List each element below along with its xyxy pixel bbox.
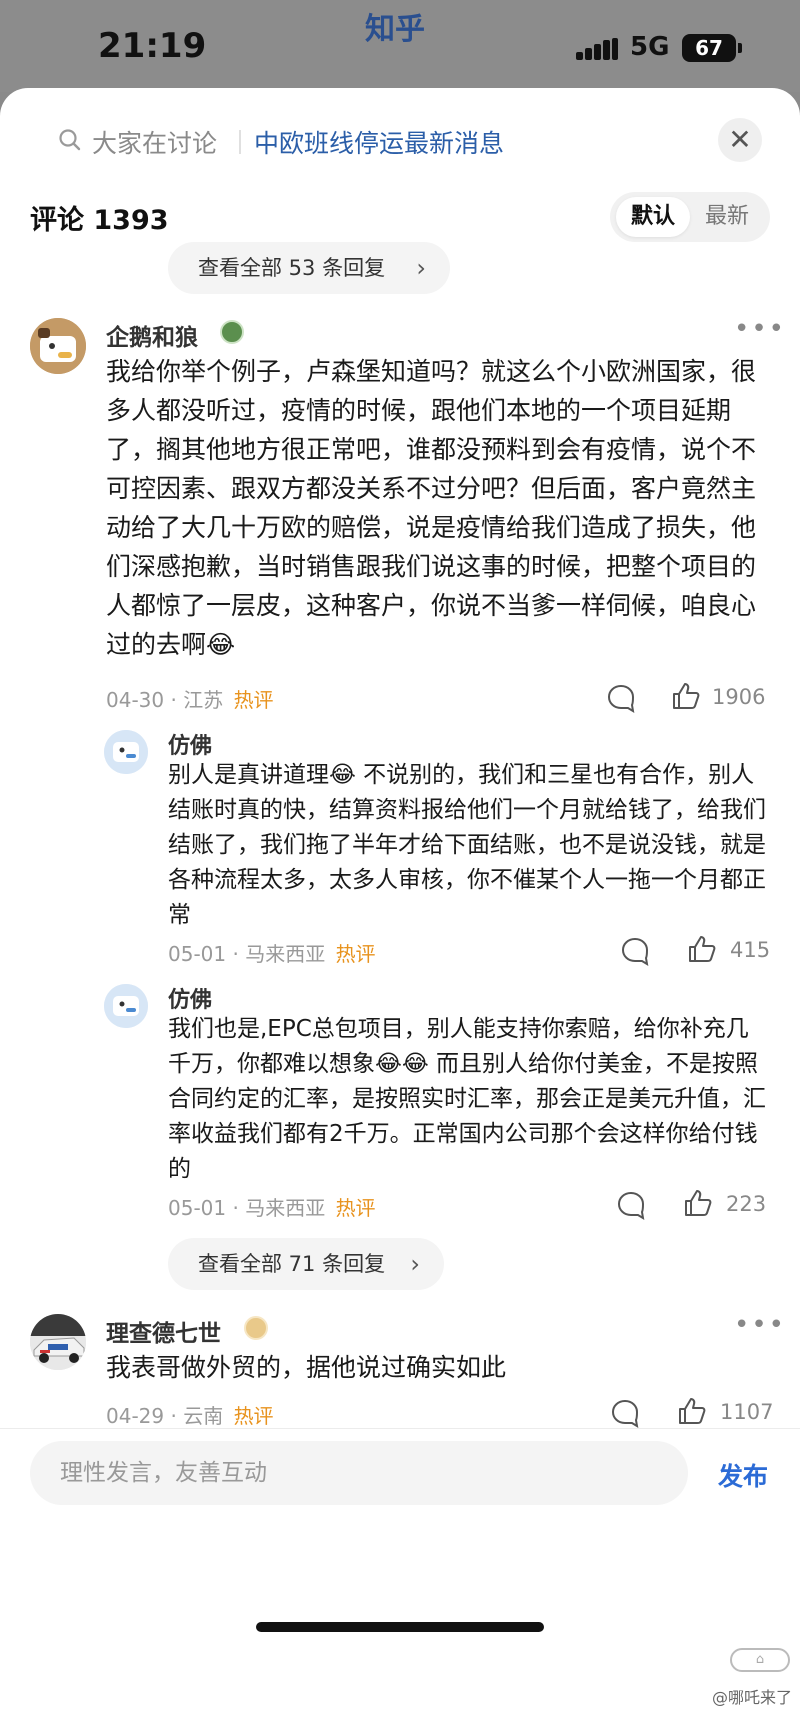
avatar-image	[104, 730, 148, 774]
comment-date: 04-30	[106, 688, 165, 712]
comment-username[interactable]: 理查德七世	[106, 1314, 221, 1348]
comment-username[interactable]: 企鹅和狼	[106, 318, 198, 352]
comment-composer: 理性发言，友善互动 发布	[0, 1428, 800, 1731]
comment-meta: 04-29 · 云南 热评	[106, 1404, 274, 1428]
view-all-replies-label: 查看全部 53 条回复	[198, 256, 386, 280]
avatar[interactable]	[30, 1314, 86, 1370]
comment-date: 04-29	[106, 1404, 165, 1428]
close-button[interactable]: ✕	[718, 118, 762, 162]
watermark-logo: ⌂	[730, 1648, 790, 1672]
reply-icon[interactable]	[606, 683, 636, 713]
comment-location: 江苏	[183, 688, 224, 712]
publish-button[interactable]: 发布	[718, 1457, 768, 1493]
more-options-icon[interactable]: •••	[734, 1310, 786, 1340]
comment-meta: 04-30 · 江苏 热评	[106, 688, 274, 712]
reply-username[interactable]: 仿佛	[168, 982, 212, 1014]
hot-topic-link[interactable]: 中欧班线停运最新消息	[254, 124, 504, 160]
search-hint[interactable]: 大家在讨论	[92, 124, 217, 160]
like-icon[interactable]	[682, 1187, 714, 1219]
avatar-image	[30, 318, 86, 374]
user-badge-icon	[244, 1316, 268, 1340]
signal-icon	[576, 38, 618, 60]
hot-comment-badge: 热评	[335, 942, 376, 966]
search-icon	[59, 129, 81, 151]
comments-sheet: 大家在讨论 中欧班线停运最新消息 ✕ 评论 1393 默认 最新 查看全部 53…	[0, 88, 800, 1731]
status-bar: 21:19 知乎 5G 67	[0, 0, 800, 92]
avatar[interactable]	[104, 984, 148, 1028]
view-all-replies-label: 查看全部 71 条回复	[198, 1252, 386, 1276]
like-count: 415	[730, 938, 771, 962]
comment-input[interactable]: 理性发言，友善互动	[30, 1441, 688, 1505]
watermark-text: @哪吒来了	[712, 1688, 793, 1707]
reply-icon[interactable]	[616, 1190, 646, 1220]
sort-latest-tab[interactable]: 最新	[690, 197, 764, 237]
like-count: 1906	[712, 685, 766, 709]
avatar-image	[30, 1314, 86, 1370]
reply-icon[interactable]	[610, 1398, 640, 1428]
like-icon[interactable]	[686, 933, 718, 965]
battery-tip	[738, 43, 742, 53]
comment-count: 评论 1393	[30, 205, 169, 236]
like-icon[interactable]	[676, 1395, 708, 1427]
network-type: 5G	[630, 32, 670, 62]
reply-date: 05-01	[168, 942, 227, 966]
view-all-replies-button[interactable]: 查看全部 71 条回复 ›	[168, 1238, 444, 1290]
close-icon: ✕	[728, 123, 752, 156]
sort-toggle: 默认 最新	[610, 192, 770, 242]
home-indicator[interactable]	[256, 1622, 544, 1632]
avatar[interactable]	[30, 318, 86, 374]
chevron-right-icon: ›	[416, 254, 426, 282]
app-title: 知乎	[365, 12, 425, 47]
like-count: 223	[726, 1192, 767, 1216]
battery-icon: 67	[682, 34, 736, 62]
reply-meta: 05-01 · 马来西亚 热评	[168, 942, 376, 966]
reply-location: 马来西亚	[245, 1196, 326, 1220]
topic-bar: 大家在讨论 中欧班线停运最新消息 ✕	[0, 88, 800, 188]
chevron-right-icon: ›	[410, 1250, 420, 1278]
reply-body: 别人是真讲道理😂 不说别的，我们和三星也有合作，别人结账时真的快，结算资料报给他…	[168, 762, 766, 928]
avatar-image	[104, 984, 148, 1028]
view-all-replies-button[interactable]: 查看全部 53 条回复 ›	[168, 242, 450, 294]
hot-comment-badge: 热评	[335, 1196, 376, 1220]
reply-username[interactable]: 仿佛	[168, 728, 212, 760]
hot-comment-badge: 热评	[233, 688, 274, 712]
reply-body: 我们也是,EPC总包项目，别人能支持你索赔，给你补充几千万，你都难以想象😂😂 而…	[168, 1016, 766, 1182]
comment-location: 云南	[183, 1404, 224, 1428]
sort-default-tab[interactable]: 默认	[616, 197, 690, 237]
comment-body: 我给你举个例子，卢森堡知道吗？就这么个小欧洲国家，很多人都没听过，疫情的时候，跟…	[106, 357, 757, 659]
like-icon[interactable]	[670, 680, 702, 712]
avatar[interactable]	[104, 730, 148, 774]
reply-location: 马来西亚	[245, 942, 326, 966]
like-count: 1107	[720, 1400, 774, 1424]
hot-comment-badge: 热评	[233, 1404, 274, 1428]
divider	[239, 130, 241, 154]
user-badge-icon	[220, 320, 244, 344]
reply-meta: 05-01 · 马来西亚 热评	[168, 1196, 376, 1220]
clock: 21:19	[98, 26, 207, 66]
reply-icon[interactable]	[620, 936, 650, 966]
comment-body: 我表哥做外贸的，据他说过确实如此	[106, 1353, 507, 1382]
reply-date: 05-01	[168, 1196, 227, 1220]
more-options-icon[interactable]: •••	[734, 314, 786, 344]
